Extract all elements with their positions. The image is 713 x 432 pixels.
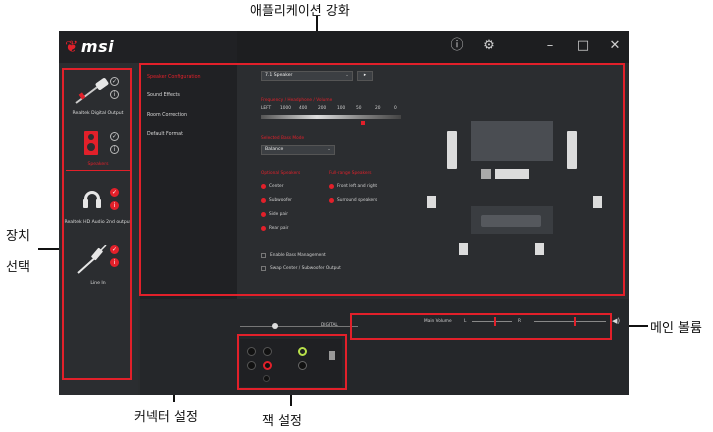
highlight-device-panel xyxy=(62,68,132,380)
main-volume-callout: 메인 볼륨 xyxy=(650,321,702,336)
title-bar: ❦ msi ⓘ ⚙ – □ ✕ xyxy=(59,31,629,63)
close-button[interactable]: ✕ xyxy=(606,37,624,55)
connector-settings-callout: 커넥터 설정 xyxy=(134,410,198,425)
brand-name: msi xyxy=(80,37,115,56)
device-select-callout-1: 장치 xyxy=(6,229,30,244)
info-icon[interactable]: ⓘ xyxy=(448,37,466,55)
msi-logo: ❦ msi xyxy=(65,37,114,56)
app-enhancement-callout: 애플리케이션 강화 xyxy=(250,4,350,19)
digital-label: DIGITAL xyxy=(321,323,338,328)
minimize-button[interactable]: – xyxy=(541,37,559,55)
highlight-jack-settings xyxy=(237,334,347,390)
highlight-app-enhancement xyxy=(139,63,625,296)
speaker-volume-icon[interactable]: ◀) xyxy=(612,317,620,325)
connector-slider-track[interactable] xyxy=(240,326,358,327)
settings-icon[interactable]: ⚙ xyxy=(480,37,498,55)
highlight-main-volume xyxy=(350,313,612,340)
device-select-callout-2: 선택 xyxy=(6,260,30,275)
msi-dragon-icon: ❦ xyxy=(65,37,79,56)
maximize-button[interactable]: □ xyxy=(574,37,592,55)
connector-slider-knob[interactable] xyxy=(272,323,278,329)
jack-settings-callout: 잭 설정 xyxy=(262,414,303,429)
